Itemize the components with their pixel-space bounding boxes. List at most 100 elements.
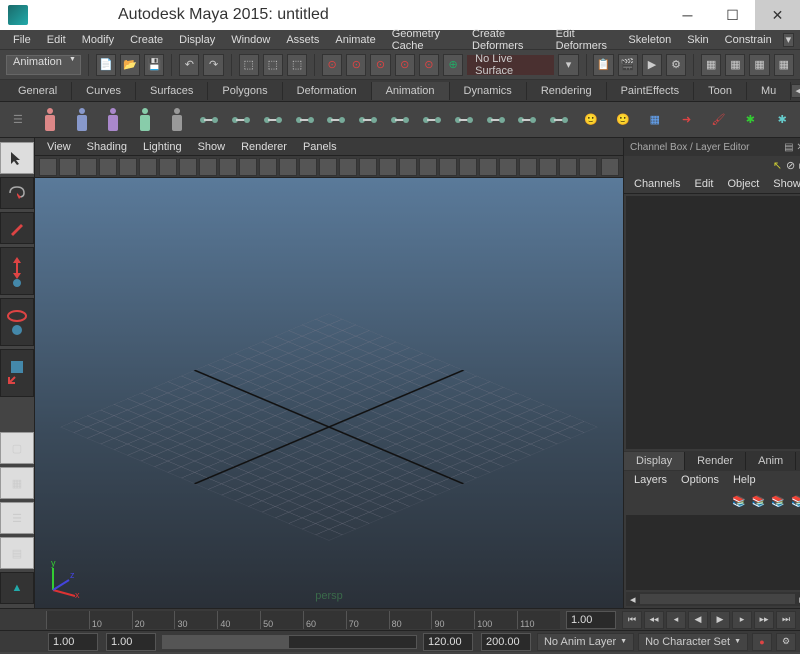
play-forward-button[interactable]: ▶ [710, 611, 730, 629]
shelf-tab-curves[interactable]: Curves [72, 82, 136, 100]
make-live-icon[interactable]: ⊕ [443, 54, 463, 76]
shelf-tab-muscle[interactable]: Mu [747, 82, 791, 100]
panel-xray-joints-icon[interactable] [539, 158, 557, 176]
channel-menu-show[interactable]: Show [767, 176, 800, 192]
panel-wire-on-shaded-icon[interactable] [359, 158, 377, 176]
channel-manip-icon[interactable]: ↖ [773, 159, 782, 172]
panel-menu-shading[interactable]: Shading [81, 140, 133, 154]
panel-image-plane-icon[interactable] [99, 158, 117, 176]
shelf-assume-preferred-icon[interactable] [547, 106, 571, 134]
panel-textured-icon[interactable] [379, 158, 397, 176]
panel-exposure-icon[interactable] [559, 158, 577, 176]
character-set-dropdown[interactable]: No Character Set [638, 633, 748, 651]
shelf-scroll-left-icon[interactable]: ◂ [791, 84, 800, 98]
menu-create-deformers[interactable]: Create Deformers [465, 26, 547, 54]
lasso-tool[interactable] [0, 177, 34, 209]
shelf-tab-animation[interactable]: Animation [372, 82, 450, 100]
layout-four-icon[interactable]: ▦ [0, 467, 34, 499]
live-surface-field[interactable]: No Live Surface [467, 55, 554, 75]
menu-assets[interactable]: Assets [279, 32, 326, 48]
snap-live-icon[interactable]: ⊙ [419, 54, 439, 76]
step-back-button[interactable]: ◂ [666, 611, 686, 629]
shelf-tab-polygons[interactable]: Polygons [208, 82, 282, 100]
shelf-human-ik-icon[interactable] [38, 106, 62, 134]
range-track[interactable] [162, 635, 417, 649]
panel-safe-action-icon[interactable] [259, 158, 277, 176]
shelf-set-preferred-angle-icon[interactable] [516, 106, 540, 134]
shelf-face-1-icon[interactable]: 🙂 [579, 106, 603, 134]
panel-smooth-shade-icon[interactable] [319, 158, 337, 176]
layer-menu-help[interactable]: Help [727, 472, 762, 488]
panel-gate-mask-icon[interactable] [219, 158, 237, 176]
workspace-selector[interactable]: Animation [6, 55, 81, 75]
render-icon[interactable]: 🎬 [618, 54, 638, 76]
shelf-skeleton-icon[interactable] [70, 106, 94, 134]
channel-sync-icon[interactable]: ⊘ [786, 159, 795, 172]
layer-menu-layers[interactable]: Layers [628, 472, 673, 488]
shelf-lattice-icon[interactable]: ✱ [770, 106, 794, 134]
render-settings-icon[interactable]: ⚙ [666, 54, 686, 76]
menu-animate[interactable]: Animate [328, 32, 382, 48]
layout-outliner-icon[interactable]: ▤ [0, 537, 34, 569]
select-object-icon[interactable]: ⬚ [263, 54, 283, 76]
shelf-connect-joint-icon[interactable] [420, 106, 444, 134]
range-start-inner-field[interactable]: 1.00 [106, 633, 156, 651]
channel-menu-channels[interactable]: Channels [628, 176, 686, 192]
channel-menu-object[interactable]: Object [721, 176, 765, 192]
layer-tab-anim[interactable]: Anim [746, 452, 796, 470]
shelf-paint-weights-icon[interactable]: 🖌 [707, 106, 731, 134]
select-component-icon[interactable]: ⬚ [287, 54, 307, 76]
shelf-tab-deformation[interactable]: Deformation [283, 82, 372, 100]
panel-use-default-mat-icon[interactable] [339, 158, 357, 176]
menu-constrain[interactable]: Constrain [718, 32, 779, 48]
shelf-reroot-skeleton-icon[interactable] [484, 106, 508, 134]
menu-geometry-cache[interactable]: Geometry Cache [385, 26, 463, 54]
panel-layout-3-icon[interactable]: ▦ [749, 54, 769, 76]
panel-renderer-icon[interactable] [601, 158, 619, 176]
shelf-insert-joint-icon[interactable] [229, 106, 253, 134]
open-scene-icon[interactable]: 📂 [120, 54, 140, 76]
layer-new-empty-icon[interactable]: 📚 [771, 495, 785, 508]
snap-grid-icon[interactable]: ⊙ [322, 54, 342, 76]
layer-tab-render[interactable]: Render [685, 452, 746, 470]
panel-menu-view[interactable]: View [41, 140, 77, 154]
redo-icon[interactable]: ↷ [203, 54, 223, 76]
menu-edit-deformers[interactable]: Edit Deformers [549, 26, 620, 54]
panel-use-all-lights-icon[interactable] [399, 158, 417, 176]
menu-create[interactable]: Create [123, 32, 170, 48]
panel-resolution-gate-icon[interactable] [199, 158, 217, 176]
panel-grease-pencil-icon[interactable] [139, 158, 157, 176]
play-backward-button[interactable]: ◀ [688, 611, 708, 629]
panel-lock-camera-icon[interactable] [59, 158, 77, 176]
step-forward-button[interactable]: ▸ [732, 611, 752, 629]
step-back-key-button[interactable]: ◂◂ [644, 611, 664, 629]
panel-bookmarks-icon[interactable] [79, 158, 97, 176]
panel-isolate-icon[interactable] [499, 158, 517, 176]
menu-display[interactable]: Display [172, 32, 222, 48]
panel-select-camera-icon[interactable] [39, 158, 57, 176]
panel-grid-icon[interactable] [159, 158, 177, 176]
panel-motion-blur-icon[interactable] [459, 158, 477, 176]
shelf-face-2-icon[interactable]: 🙂 [611, 106, 635, 134]
perspective-viewport[interactable]: y x z persp [35, 178, 623, 608]
save-scene-icon[interactable]: 💾 [144, 54, 164, 76]
menu-edit[interactable]: Edit [40, 32, 73, 48]
panel-layout-2-icon[interactable]: ▦ [725, 54, 745, 76]
shelf-tab-surfaces[interactable]: Surfaces [136, 82, 208, 100]
shelf-blend-shape-icon[interactable]: ▦ [643, 106, 667, 134]
menu-file[interactable]: File [6, 32, 38, 48]
layer-scrollbar[interactable]: ◂▸ [626, 592, 800, 606]
snap-point-icon[interactable]: ⊙ [370, 54, 390, 76]
panel-anti-alias-icon[interactable] [479, 158, 497, 176]
shelf-cluster-icon[interactable]: ✱ [738, 106, 762, 134]
range-end-outer-field[interactable]: 200.00 [481, 633, 531, 651]
timeline-ruler[interactable]: 10 20 30 40 50 60 70 80 90 100 110 [46, 611, 560, 629]
shelf-custom-rig-icon[interactable] [133, 106, 157, 134]
panel-layout-1-icon[interactable]: ▦ [701, 54, 721, 76]
auto-key-button[interactable]: ● [752, 633, 772, 651]
layer-tab-display[interactable]: Display [624, 452, 685, 470]
panel-menu-panels[interactable]: Panels [297, 140, 343, 154]
select-hierarchy-icon[interactable]: ⬚ [239, 54, 259, 76]
menu-modify[interactable]: Modify [75, 32, 121, 48]
layer-menu-options[interactable]: Options [675, 472, 725, 488]
